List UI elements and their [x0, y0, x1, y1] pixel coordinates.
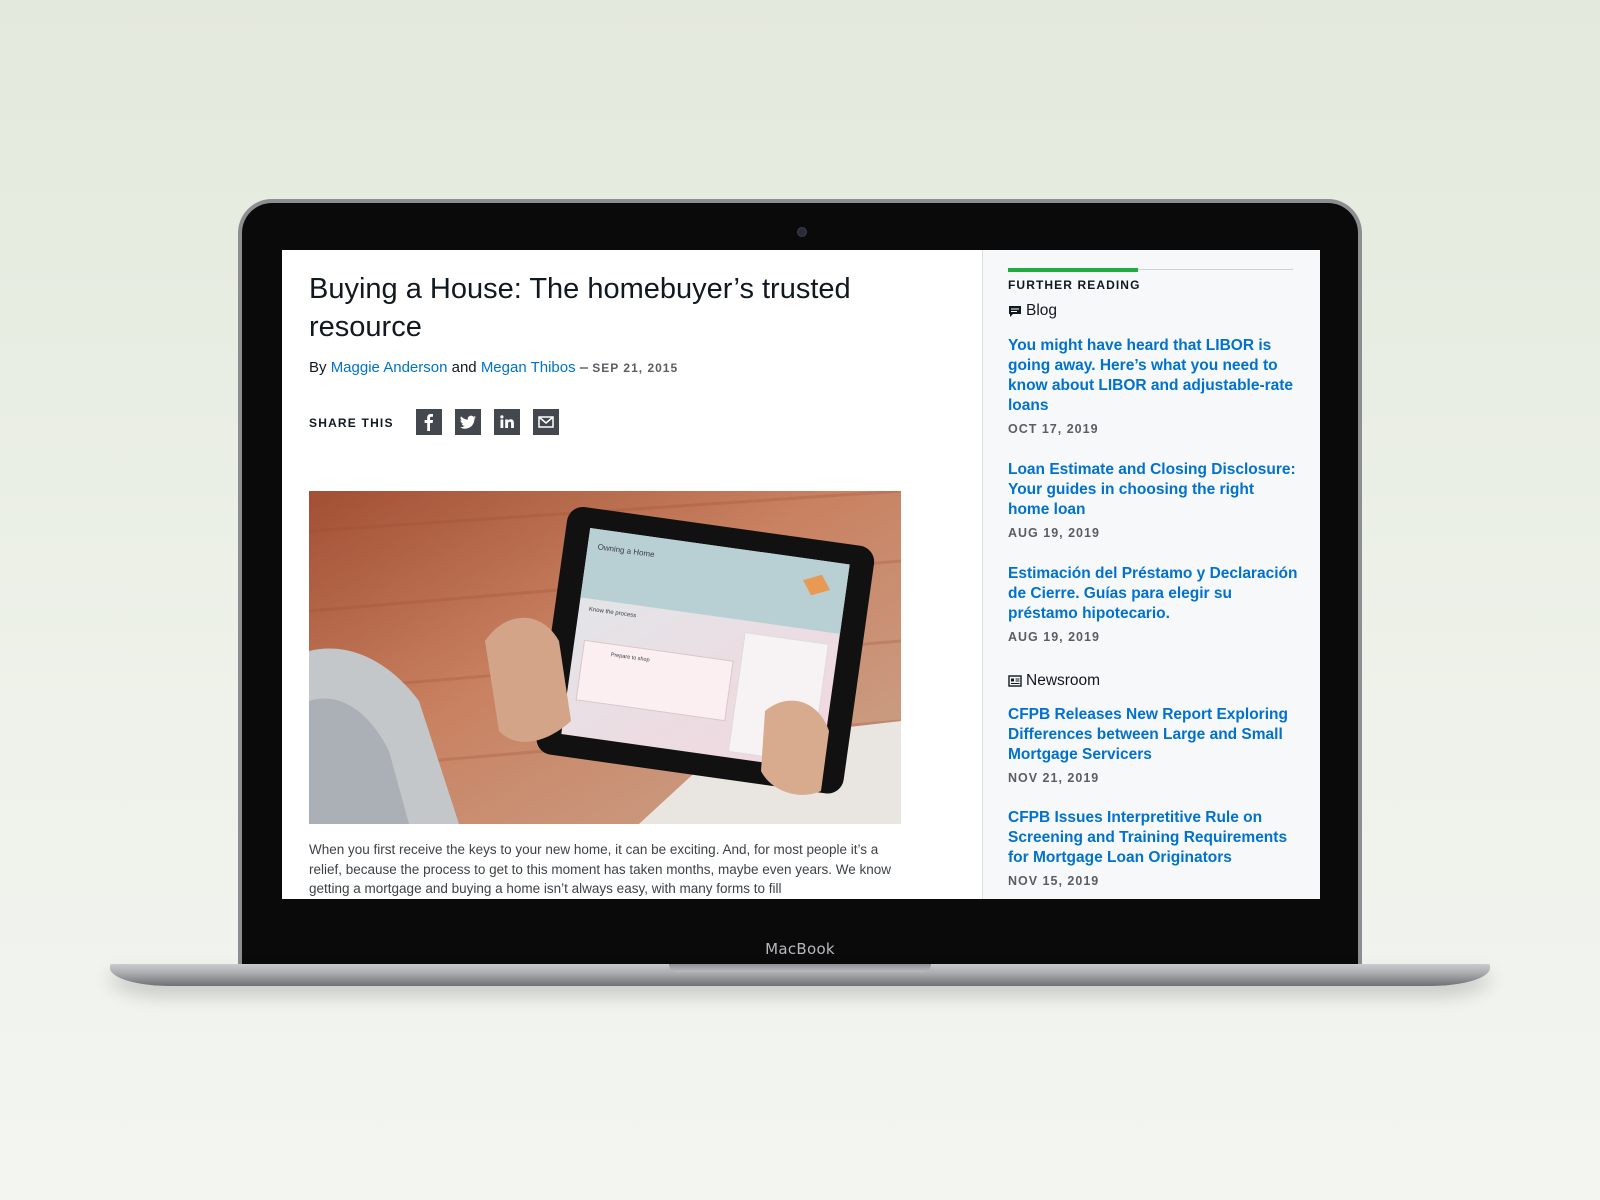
share-label: SHARE THIS	[309, 416, 394, 430]
related-link[interactable]: Loan Estimate and Closing Disclosure: Yo…	[1008, 460, 1298, 520]
related-link[interactable]: Estimación del Préstamo y Declaración de…	[1008, 564, 1298, 624]
section-label: Newsroom	[1026, 672, 1101, 689]
list-item: CFPB Releases New Report Exploring Diffe…	[1008, 705, 1298, 785]
section-newsroom: Newsroom	[1008, 672, 1100, 690]
related-link[interactable]: CFPB Releases New Report Exploring Diffe…	[1008, 705, 1298, 765]
facebook-icon[interactable]	[416, 409, 442, 435]
article-title: Buying a House: The homebuyer’s trusted …	[309, 273, 851, 343]
article-main: Buying a House: The homebuyer’s trusted …	[282, 250, 982, 899]
author-link-2[interactable]: Megan Thibos	[481, 359, 576, 376]
byline-conjunction: and	[451, 359, 477, 376]
section-label: Blog	[1026, 302, 1058, 319]
laptop-hinge-notch	[669, 964, 931, 972]
byline-prefix: By	[309, 359, 327, 376]
item-date: NOV 21, 2019	[1008, 771, 1100, 785]
linkedin-icon[interactable]	[494, 409, 520, 435]
list-item: Estimación del Préstamo y Declaración de…	[1008, 564, 1298, 644]
related-link[interactable]: CFPB Issues Interpretitive Rule on Scree…	[1008, 808, 1298, 868]
browser-viewport: Buying a House: The homebuyer’s trusted …	[282, 250, 1320, 899]
item-date: AUG 19, 2019	[1008, 630, 1100, 644]
author-link-1[interactable]: Maggie Anderson	[331, 359, 448, 376]
further-reading-sidebar: FURTHER READING Blog You might have hear…	[982, 250, 1320, 899]
section-blog: Blog	[1008, 302, 1057, 320]
item-date: OCT 17, 2019	[1008, 422, 1099, 436]
further-reading-heading: FURTHER READING	[1008, 278, 1141, 292]
article-body: When you first receive the keys to your …	[309, 842, 892, 896]
byline: By Maggie Anderson and Megan Thibos – SE…	[309, 359, 678, 376]
related-link[interactable]: You might have heard that LIBOR is going…	[1008, 336, 1298, 416]
email-icon[interactable]	[533, 409, 559, 435]
list-item: Loan Estimate and Closing Disclosure: Yo…	[1008, 460, 1298, 540]
accent-bar	[1008, 268, 1138, 272]
share-buttons	[416, 409, 559, 435]
tablet-photo: Owning a Home Know the process Prepare t…	[309, 491, 901, 824]
item-date: AUG 19, 2019	[1008, 526, 1100, 540]
newspaper-icon	[1008, 674, 1022, 688]
list-item: CFPB Issues Interpretitive Rule on Scree…	[1008, 808, 1298, 888]
list-item: You might have heard that LIBOR is going…	[1008, 336, 1298, 436]
device-brand-label: MacBook	[765, 940, 835, 958]
twitter-icon[interactable]	[455, 409, 481, 435]
item-date: NOV 15, 2019	[1008, 874, 1100, 888]
publish-date: SEP 21, 2015	[592, 361, 679, 375]
camera-icon	[797, 227, 807, 237]
hero-image: Owning a Home Know the process Prepare t…	[309, 491, 901, 824]
byline-separator: –	[579, 359, 589, 376]
chat-icon	[1008, 304, 1022, 318]
